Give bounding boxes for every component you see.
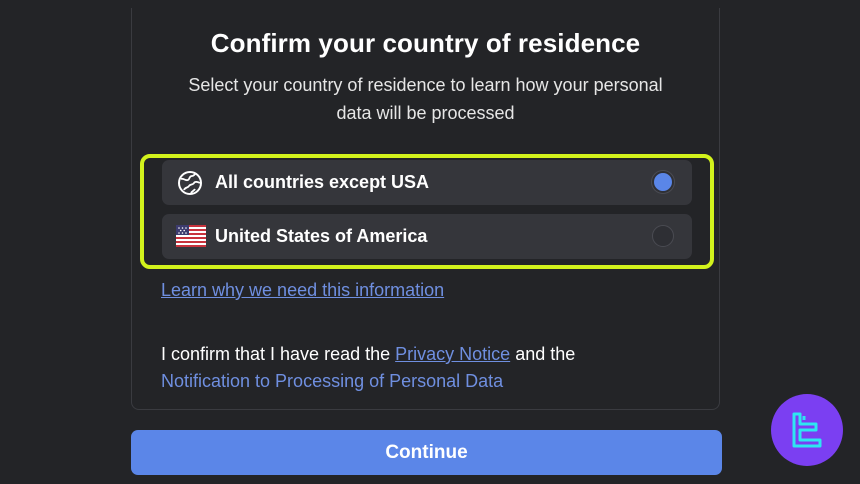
dialog-title: Confirm your country of residence bbox=[210, 28, 641, 58]
notification-processing-link[interactable]: Notification to Processing of Personal D… bbox=[161, 371, 503, 391]
learn-why-link[interactable]: Learn why we need this information bbox=[161, 280, 444, 301]
tradingfinder-logo-icon bbox=[771, 394, 843, 466]
page: Confirm your country of residence Select… bbox=[0, 0, 860, 484]
option-label-usa: United States of America bbox=[215, 226, 428, 246]
consent-prefix: I confirm that I have read the bbox=[161, 344, 391, 364]
option-all-except-usa[interactable]: All countries except USA bbox=[162, 160, 692, 205]
option-label-all-except-usa: All countries except USA bbox=[215, 172, 430, 192]
continue-button[interactable]: Continue bbox=[131, 430, 722, 475]
us-flag-icon bbox=[176, 225, 206, 249]
dialog-subtitle: Select your country of residence to lear… bbox=[188, 75, 663, 123]
radio-unselected[interactable] bbox=[652, 225, 674, 247]
option-usa[interactable]: United States of America bbox=[162, 214, 692, 259]
privacy-notice-link[interactable]: Privacy Notice bbox=[395, 344, 510, 364]
consent-middle: and the bbox=[515, 344, 576, 364]
radio-selected[interactable] bbox=[652, 171, 674, 193]
consent-text: I confirm that I have read the Privacy N… bbox=[161, 341, 701, 395]
globe-icon bbox=[176, 171, 204, 195]
